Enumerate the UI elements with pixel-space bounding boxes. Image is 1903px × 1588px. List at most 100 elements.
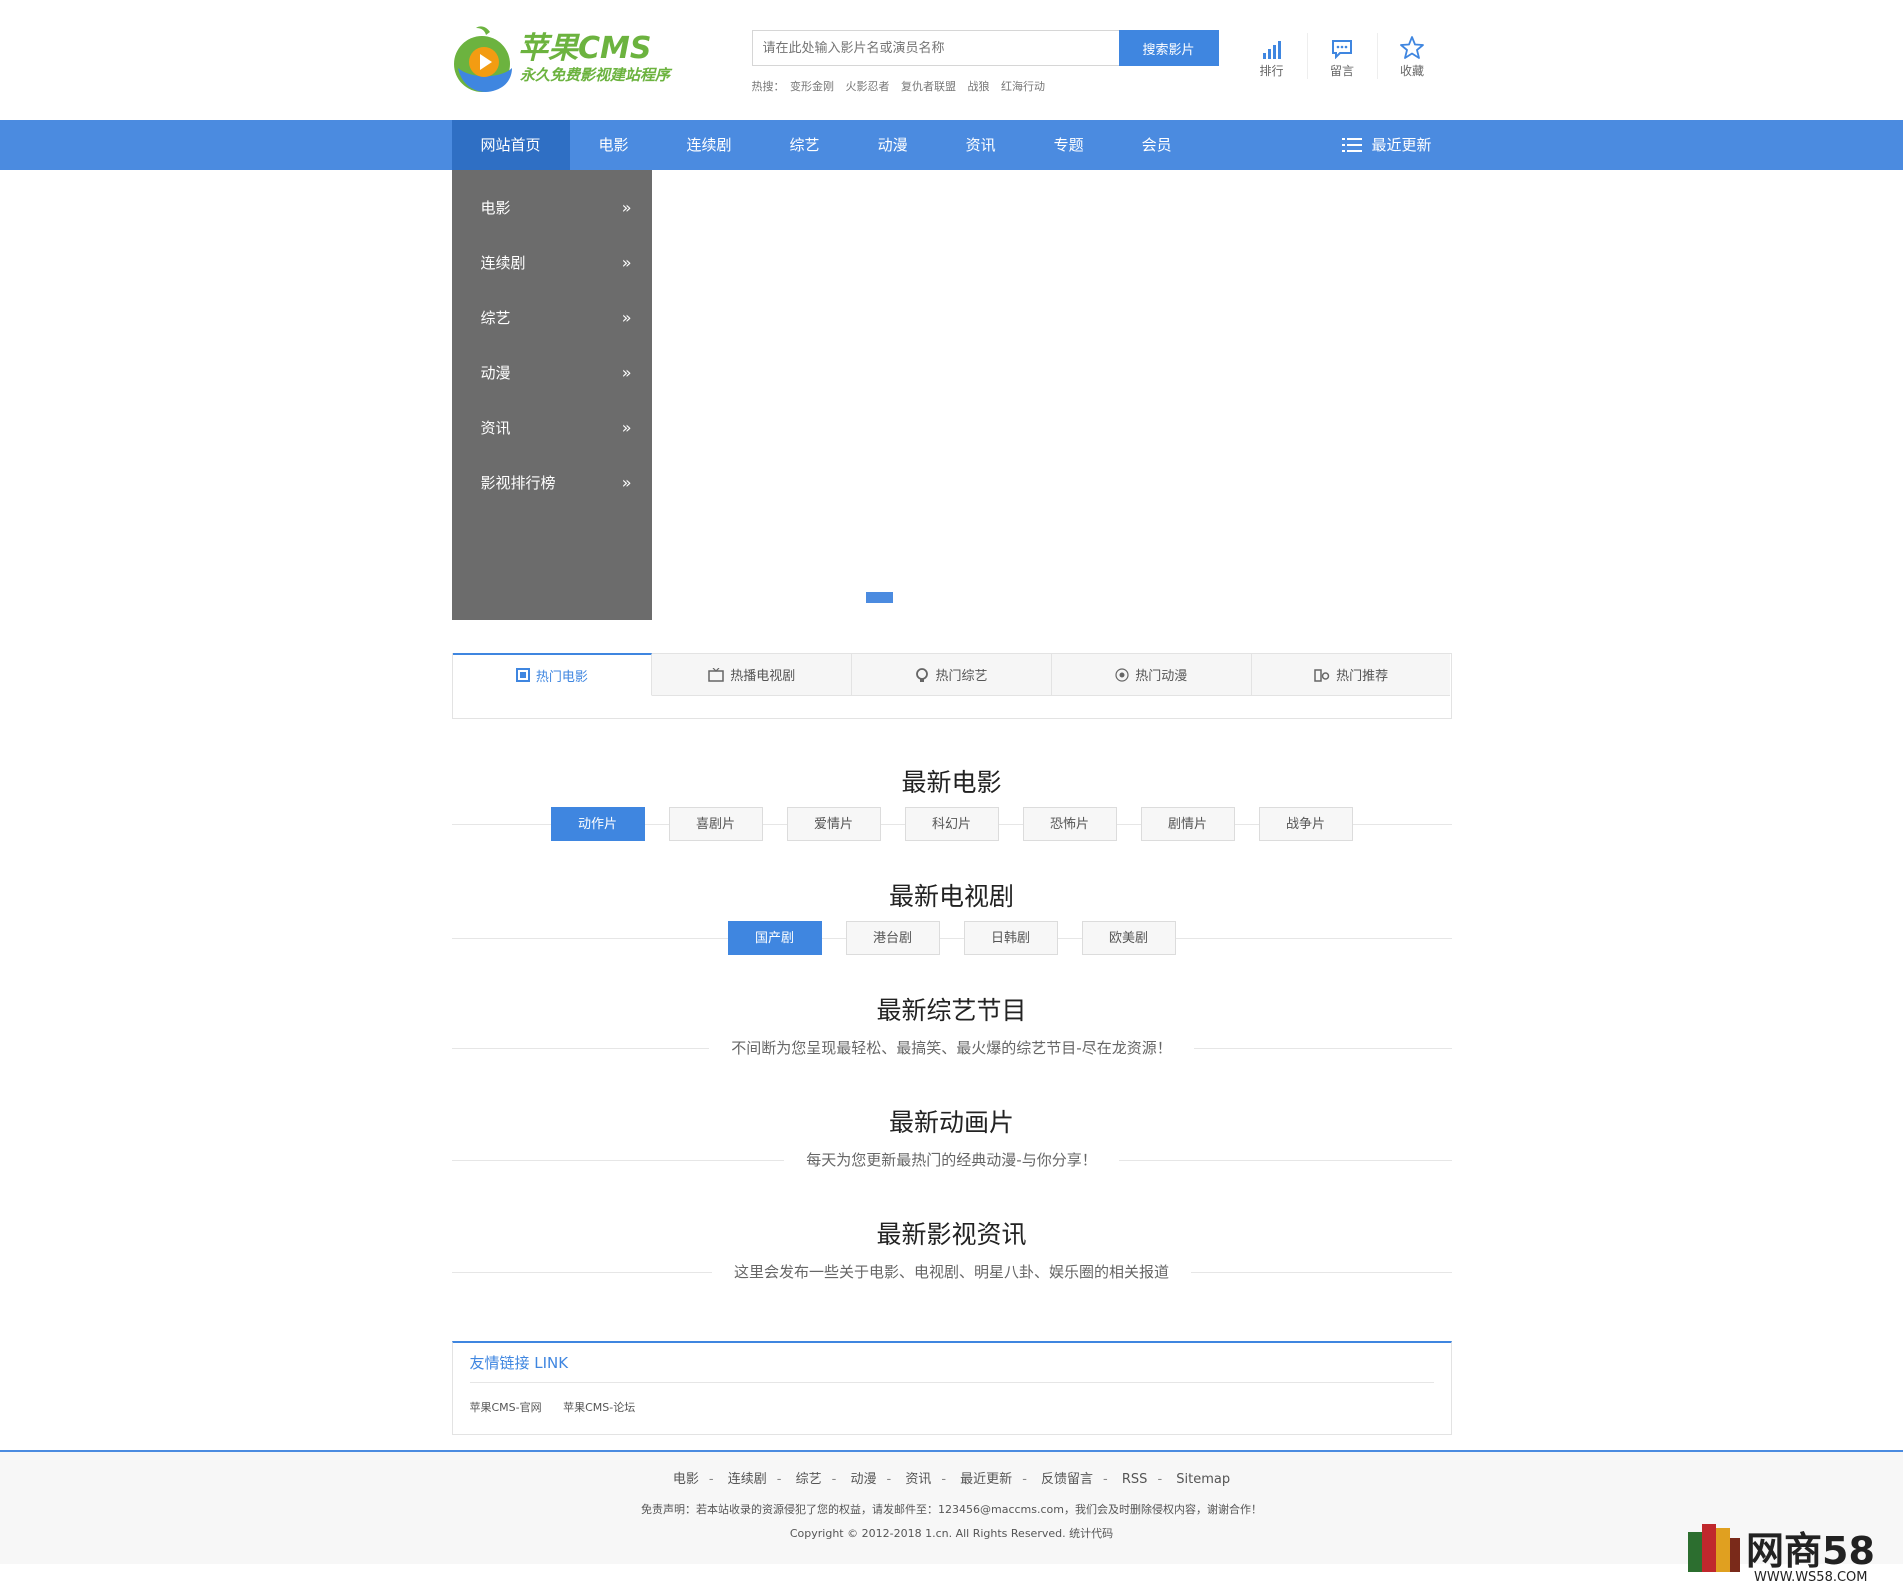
section-subtitle: 不间断为您呈现最轻松、最搞笑、最火爆的综艺节目-尽在龙资源！ xyxy=(709,1031,1194,1065)
hot-link[interactable]: 火影忍者 xyxy=(846,80,890,93)
side-item-label: 动漫 xyxy=(480,364,511,382)
hot-link[interactable]: 战狼 xyxy=(968,80,990,93)
footer-link[interactable]: 最近更新 xyxy=(960,1472,1012,1487)
favorite-tool[interactable]: 收藏 xyxy=(1376,33,1447,79)
category-button[interactable]: 国产剧 xyxy=(727,921,822,955)
side-item-label: 影视排行榜 xyxy=(480,474,556,492)
double-chevron-right-icon: » xyxy=(621,198,632,217)
banner: 电影 » 连续剧 » 综艺 » 动漫 » 资讯 » 影视排行榜 » xyxy=(451,170,1452,620)
star-icon xyxy=(1378,33,1447,59)
nav-item-topic[interactable]: 专题 xyxy=(1025,120,1113,170)
footer: 电影 - 连续剧 - 综艺 - 动漫 - 资讯 - 最近更新 - 反馈留言 - RSS - Si… xyxy=(0,1450,1903,1564)
section-title: 最新综艺节目 xyxy=(876,996,1027,1025)
category-button[interactable]: 爱情片 xyxy=(786,807,881,841)
logo-brand-text: 苹果CMS xyxy=(518,31,651,66)
separator: - xyxy=(1022,1472,1027,1487)
hot-searches: 热搜： 变形金刚 火影忍者 复仇者联盟 战狼 红海行动 xyxy=(752,78,1054,94)
separator: - xyxy=(776,1472,782,1487)
hot-tabs: 热门电影 热播电视剧 热门综艺 热门动漫 热门推荐 xyxy=(451,653,1452,719)
friend-link[interactable]: 苹果CMS-论坛 xyxy=(563,1401,635,1414)
hot-link[interactable]: 红海行动 xyxy=(1001,80,1045,93)
footer-link[interactable]: 反馈留言 xyxy=(1041,1472,1093,1487)
double-chevron-right-icon: » xyxy=(621,308,632,327)
category-button[interactable]: 剧情片 xyxy=(1140,807,1235,841)
nav-item-anime[interactable]: 动漫 xyxy=(849,120,937,170)
nav-item-series[interactable]: 连续剧 xyxy=(658,120,761,170)
section-title: 最新动画片 xyxy=(888,1108,1014,1137)
side-menu: 电影 » 连续剧 » 综艺 » 动漫 » 资讯 » 影视排行榜 » xyxy=(451,170,652,620)
side-item-news[interactable]: 资讯 » xyxy=(452,400,652,455)
side-item-movie[interactable]: 电影 » xyxy=(452,180,652,235)
footer-link[interactable]: 综艺 xyxy=(796,1472,822,1487)
category-button[interactable]: 日韩剧 xyxy=(963,921,1058,955)
side-item-anime[interactable]: 动漫 » xyxy=(452,345,652,400)
nav-item-variety[interactable]: 综艺 xyxy=(761,120,849,170)
nav-item-news[interactable]: 资讯 xyxy=(937,120,1025,170)
section-title: 最新电影 xyxy=(901,768,1002,797)
nav-recent-label: 最近更新 xyxy=(1371,136,1432,154)
tab-hot-movies[interactable]: 热门电影 xyxy=(452,653,653,696)
footer-link[interactable]: Sitemap xyxy=(1176,1472,1230,1487)
section-movies: 最新电影 动作片 喜剧片 爱情片 科幻片 恐怖片 剧情片 战争片 xyxy=(451,763,1452,841)
separator: - xyxy=(708,1472,714,1487)
footer-link[interactable]: 资讯 xyxy=(905,1472,931,1487)
section-subtitle: 这里会发布一些关于电影、电视剧、明星八卦、娱乐圈的相关报道 xyxy=(711,1255,1191,1289)
nav-item-member[interactable]: 会员 xyxy=(1113,120,1201,170)
separator: - xyxy=(831,1472,837,1487)
footer-link[interactable]: 动漫 xyxy=(850,1472,876,1487)
category-button[interactable]: 欧美剧 xyxy=(1081,921,1176,955)
section-title: 最新影视资讯 xyxy=(876,1220,1027,1249)
search-button[interactable]: 搜索影片 xyxy=(1118,30,1219,66)
footer-link[interactable]: 电影 xyxy=(673,1472,699,1487)
tab-hot-tv[interactable]: 热播电视剧 xyxy=(652,654,853,696)
double-chevron-right-icon: » xyxy=(621,418,632,437)
bar-chart-icon xyxy=(1237,33,1307,59)
side-item-label: 资讯 xyxy=(480,419,511,437)
recommend-icon xyxy=(1314,668,1330,682)
message-tool[interactable]: 留言 xyxy=(1306,33,1377,79)
category-button[interactable]: 动作片 xyxy=(550,807,645,841)
separator: - xyxy=(1157,1472,1163,1487)
search-box: 搜索影片 xyxy=(751,30,1219,66)
footer-link[interactable]: RSS xyxy=(1122,1472,1148,1487)
logo-slogan-text: 永久免费影视建站程序 xyxy=(520,66,673,84)
footer-copyright: Copyright © 2012-2018 1.cn. All Rights R… xyxy=(789,1527,1114,1540)
site-logo[interactable]: 苹果CMS 永久免费影视建站程序 xyxy=(452,22,692,97)
header: 苹果CMS 永久免费影视建站程序 搜索影片 热搜： 变形金刚 火影忍者 复仇者联… xyxy=(452,0,1452,120)
double-chevron-right-icon: » xyxy=(621,473,632,492)
tool-label: 收藏 xyxy=(1399,64,1424,78)
category-button[interactable]: 科幻片 xyxy=(904,807,999,841)
footer-link[interactable]: 连续剧 xyxy=(728,1472,767,1487)
section-title: 最新电视剧 xyxy=(888,882,1014,911)
footer-nav: 电影 - 连续剧 - 综艺 - 动漫 - 资讯 - 最近更新 - 反馈留言 - RSS - Si… xyxy=(0,1452,1903,1487)
nav-item-movie[interactable]: 电影 xyxy=(570,120,658,170)
category-button[interactable]: 喜剧片 xyxy=(668,807,763,841)
watermark-url: WWW.WS58.COM xyxy=(1754,1570,1868,1584)
tab-hot-variety[interactable]: 热门综艺 xyxy=(852,654,1052,696)
nav-recent-updates[interactable]: 最近更新 xyxy=(1342,120,1432,170)
double-chevron-right-icon: » xyxy=(621,363,632,382)
side-item-ranking[interactable]: 影视排行榜 » xyxy=(452,455,652,510)
category-button[interactable]: 恐怖片 xyxy=(1022,807,1117,841)
hot-label: 热搜： xyxy=(751,80,785,93)
list-icon xyxy=(1342,137,1363,153)
tv-icon xyxy=(708,667,724,682)
search-input[interactable] xyxy=(751,30,1119,66)
side-item-variety[interactable]: 综艺 » xyxy=(452,290,652,345)
watermark-logo: 网商58 WWW.WS58.COM xyxy=(1686,1514,1896,1585)
friend-link[interactable]: 苹果CMS-官网 xyxy=(470,1401,542,1414)
links-title: 友情链接 LINK xyxy=(469,1343,1434,1383)
category-button[interactable]: 战争片 xyxy=(1258,807,1353,841)
tab-hot-anime[interactable]: 热门动漫 xyxy=(1051,654,1252,696)
hot-link[interactable]: 复仇者联盟 xyxy=(901,80,956,93)
tab-hot-recommend[interactable]: 热门推荐 xyxy=(1251,654,1451,696)
header-tools: 排行 留言 收藏 xyxy=(1237,33,1447,79)
category-button[interactable]: 港台剧 xyxy=(845,921,940,955)
double-chevron-right-icon: » xyxy=(621,253,632,272)
slider-dot[interactable] xyxy=(865,592,893,603)
side-item-series[interactable]: 连续剧 » xyxy=(452,235,652,290)
hot-link[interactable]: 变形金刚 xyxy=(790,80,834,93)
watermark-text: 网商58 xyxy=(1746,1529,1875,1573)
nav-item-home[interactable]: 网站首页 xyxy=(451,120,570,170)
rank-tool[interactable]: 排行 xyxy=(1237,33,1307,79)
